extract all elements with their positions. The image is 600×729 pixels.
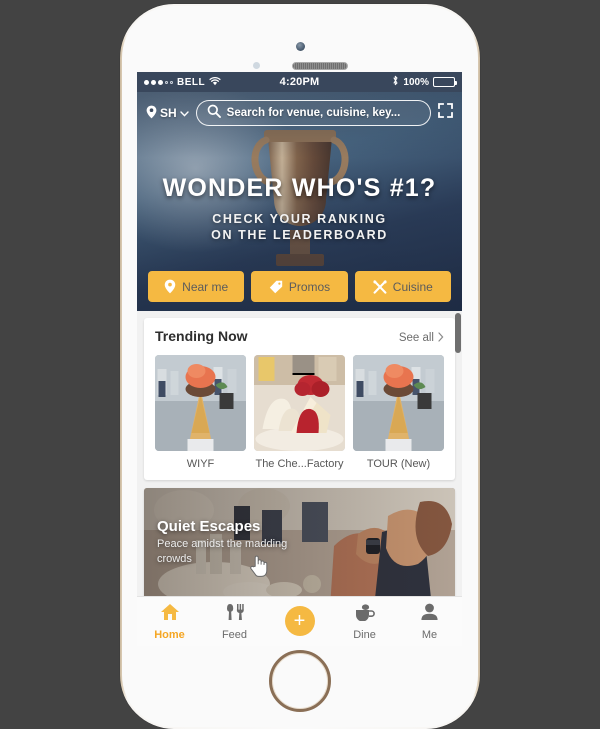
expand-icon[interactable] bbox=[438, 103, 453, 123]
home-icon bbox=[160, 603, 180, 626]
cutlery-icon bbox=[373, 279, 387, 294]
map-pin-icon bbox=[146, 105, 157, 122]
home-button[interactable] bbox=[269, 650, 331, 712]
trending-header: Trending Now See all bbox=[155, 328, 444, 345]
phone-frame: BELL 4:20PM 100% SH Search for venue, cu… bbox=[120, 4, 480, 729]
coffee-cup-icon bbox=[354, 603, 375, 626]
hero-search-row: SH Search for venue, cuisine, key... bbox=[137, 92, 462, 126]
feature-card-title: Quiet Escapes bbox=[157, 517, 261, 535]
phone-screen: BELL 4:20PM 100% SH Search for venue, cu… bbox=[137, 72, 462, 646]
hero-title: WONDER WHO'S #1? bbox=[162, 174, 437, 202]
location-selector[interactable]: SH bbox=[146, 105, 189, 122]
tag-icon bbox=[269, 280, 283, 294]
cutlery-icon bbox=[225, 603, 244, 626]
see-all-link[interactable]: See all bbox=[398, 331, 444, 345]
trending-card-1[interactable]: The Che...Factory bbox=[254, 354, 345, 470]
hero-subtitle-line1: CHECK YOUR RANKING bbox=[212, 212, 387, 226]
tab-home[interactable]: Home bbox=[137, 603, 202, 641]
promos-label: Promos bbox=[288, 279, 331, 294]
map-pin-icon bbox=[164, 279, 176, 294]
add-button[interactable]: + bbox=[284, 605, 315, 636]
chevron-down-icon bbox=[179, 106, 189, 120]
ice-cream-cone-photo bbox=[353, 354, 444, 451]
search-input[interactable]: Search for venue, cuisine, key... bbox=[195, 100, 431, 126]
feature-card-text: Quiet Escapes Peace amidst the madding c… bbox=[157, 518, 307, 567]
trending-label-2: TOUR (New) bbox=[366, 457, 431, 470]
scrollbar-thumb[interactable] bbox=[455, 313, 461, 353]
hero-subtitle-line2: ON THE LEADERBOARD bbox=[211, 228, 388, 242]
tab-home-label: Home bbox=[154, 628, 185, 641]
hero-banner: SH Search for venue, cuisine, key... WON… bbox=[137, 92, 462, 311]
plus-icon: + bbox=[293, 609, 306, 632]
trending-grid: WIYF The Che...Factory TOUR (New) bbox=[155, 354, 444, 470]
tab-add-wrapper: + bbox=[267, 605, 332, 638]
feature-card[interactable]: Quiet Escapes Peace amidst the madding c… bbox=[144, 487, 455, 608]
trending-card-2[interactable]: TOUR (New) bbox=[353, 354, 444, 470]
hero-action-buttons: Near me Promos Cuisine bbox=[137, 271, 462, 302]
person-icon bbox=[420, 603, 439, 626]
tab-feed-label: Feed bbox=[221, 628, 248, 641]
tab-dine[interactable]: Dine bbox=[332, 603, 397, 641]
near-me-button[interactable]: Near me bbox=[148, 271, 245, 302]
hero-headline: WONDER WHO'S #1? CHECK YOUR RANKING ON T… bbox=[137, 174, 462, 243]
front-camera-icon bbox=[295, 42, 305, 51]
content-scroll-area[interactable]: Trending Now See all WIYF The Che...Fact… bbox=[137, 311, 462, 608]
ice-cream-cone-photo bbox=[155, 354, 246, 451]
scrollbar-track[interactable] bbox=[455, 311, 461, 596]
tab-me[interactable]: Me bbox=[397, 603, 462, 641]
cuisine-button[interactable]: Cuisine bbox=[354, 271, 451, 302]
proximity-sensor-icon bbox=[253, 62, 260, 69]
tab-me-label: Me bbox=[421, 628, 438, 641]
search-icon bbox=[207, 104, 221, 123]
promos-button[interactable]: Promos bbox=[251, 271, 348, 302]
strawberry-cheesecake-photo bbox=[254, 354, 345, 451]
trending-title: Trending Now bbox=[155, 328, 248, 344]
search-placeholder: Search for venue, cuisine, key... bbox=[226, 107, 401, 119]
location-label: SH bbox=[160, 106, 177, 120]
bottom-tab-bar: Home Feed + Dine Me bbox=[137, 596, 462, 646]
cuisine-label: Cuisine bbox=[392, 279, 433, 294]
see-all-label: See all bbox=[398, 332, 434, 344]
trending-section: Trending Now See all WIYF The Che...Fact… bbox=[144, 318, 455, 480]
earpiece-speaker bbox=[292, 62, 348, 70]
trending-label-1: The Che...Factory bbox=[255, 457, 344, 470]
status-bar-time: 4:20PM bbox=[279, 76, 320, 88]
battery-icon bbox=[433, 77, 457, 87]
feature-card-subtitle: Peace amidst the madding crowds bbox=[157, 537, 288, 565]
tab-dine-label: Dine bbox=[353, 628, 376, 641]
status-bar: BELL 4:20PM 100% bbox=[137, 72, 462, 92]
tab-feed[interactable]: Feed bbox=[202, 603, 267, 641]
near-me-label: Near me bbox=[182, 279, 229, 294]
trending-card-0[interactable]: WIYF bbox=[155, 354, 246, 470]
trending-label-0: WIYF bbox=[186, 457, 215, 470]
chevron-right-icon bbox=[438, 331, 444, 345]
